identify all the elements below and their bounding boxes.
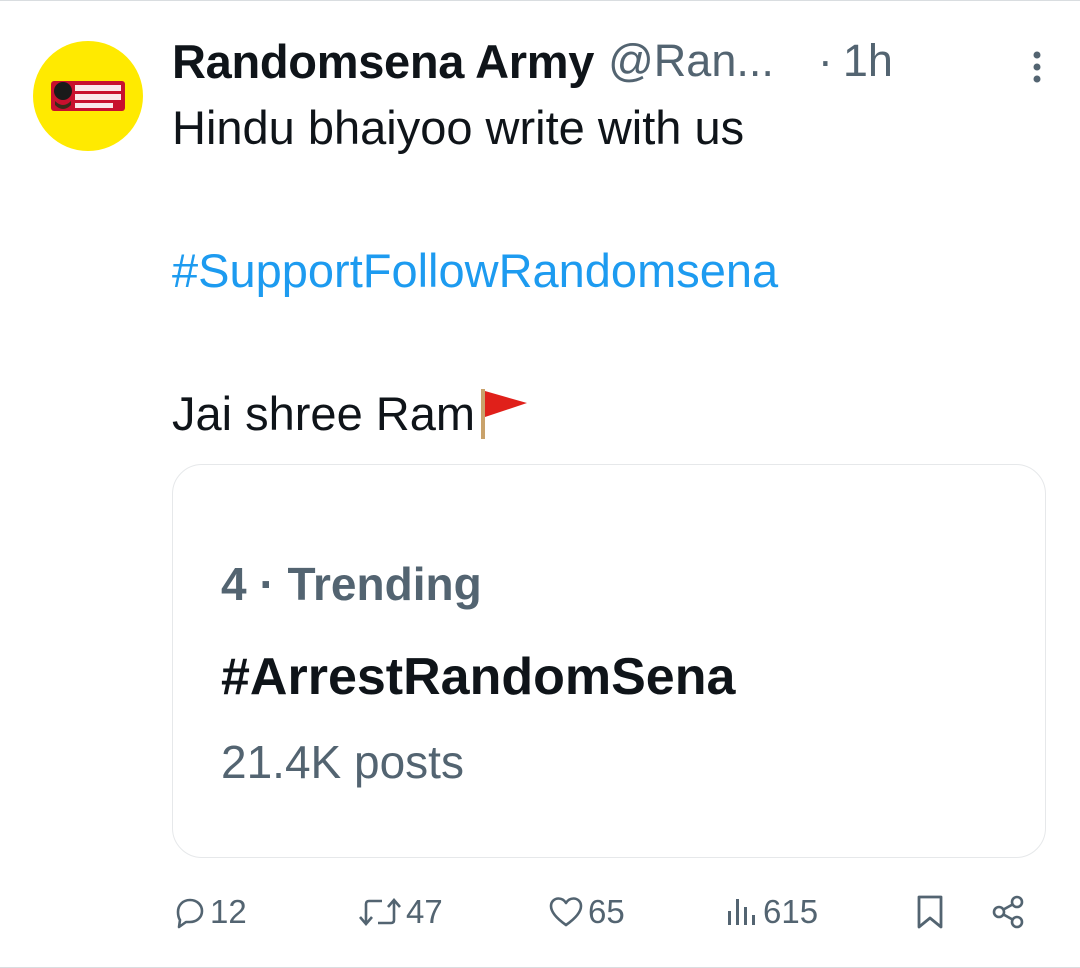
timestamp[interactable]: 1h: [843, 35, 893, 87]
tweet-text-line: Jai shree Ram: [172, 387, 475, 440]
tweet-card[interactable]: Randomsena Army @Ran... · 1h Hindu bhaiy…: [0, 0, 1080, 968]
avatar[interactable]: [33, 41, 143, 151]
reply-count: 12: [210, 893, 247, 930]
trend-hashtag: #ArrestRandomSena: [221, 648, 736, 706]
display-name[interactable]: Randomsena Army: [172, 34, 594, 89]
reply-icon: [176, 898, 204, 929]
hashtag-link[interactable]: #SupportFollowRandomsena: [172, 244, 778, 297]
reply-button[interactable]: 12: [172, 887, 247, 937]
share-icon: [992, 895, 1024, 929]
tweet-header: Randomsena Army @Ran... · 1h: [172, 31, 1052, 91]
retweet-count: 47: [406, 893, 443, 930]
like-count: 65: [588, 893, 625, 930]
view-count: 615: [763, 893, 819, 930]
red-flag-icon: [475, 385, 531, 443]
views-button[interactable]: 615: [725, 887, 818, 937]
analytics-icon: [728, 899, 755, 925]
like-button[interactable]: 65: [548, 887, 625, 937]
bookmark-icon: [917, 895, 943, 929]
bookmark-button[interactable]: [914, 887, 946, 937]
retweet-icon: [359, 898, 401, 926]
more-vertical-icon: [1033, 51, 1041, 83]
action-bar: 12 47 65 615: [172, 887, 1032, 937]
tweet-text: Hindu bhaiyoo write with us #SupportFoll…: [172, 99, 778, 443]
separator-dot: ·: [817, 35, 833, 86]
share-button[interactable]: [990, 887, 1026, 937]
tweet-text-line: Hindu bhaiyoo write with us: [172, 101, 745, 154]
user-handle[interactable]: @Ran...: [608, 35, 774, 87]
random-indian-logo-icon: [51, 81, 125, 111]
more-options-button[interactable]: [1022, 47, 1052, 87]
trend-post-count: 21.4K posts: [221, 736, 464, 788]
trend-rank: 4 · Trending: [221, 558, 482, 610]
heart-icon: [549, 897, 583, 927]
retweet-button[interactable]: 47: [358, 887, 443, 937]
trend-embed-card[interactable]: 4 · Trending #ArrestRandomSena 21.4K pos…: [172, 464, 1046, 858]
